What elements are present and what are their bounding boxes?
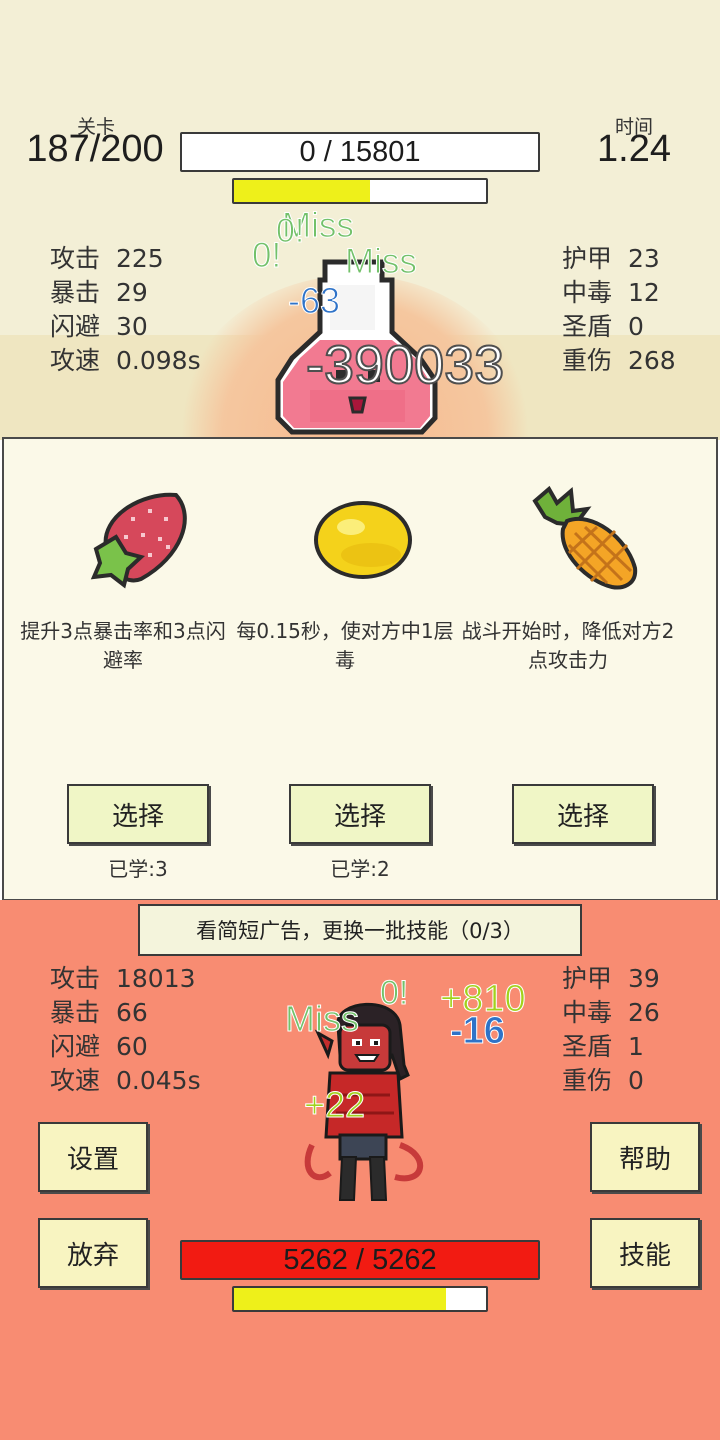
stat-row: 攻击 225 <box>50 242 201 276</box>
stat-row: 圣盾 0 <box>562 310 676 344</box>
stat-name: 中毒 <box>562 278 613 307</box>
stat-row: 闪避 60 <box>50 1030 201 1064</box>
stat-row: 闪避 30 <box>50 310 201 344</box>
stat-row: 攻击 18013 <box>50 962 201 996</box>
stat-value: 12 <box>628 278 660 307</box>
stat-row: 护甲 23 <box>562 242 676 276</box>
player-hp-bar: 5262 / 5262 <box>180 1240 540 1280</box>
player-energy-bar <box>232 1286 488 1312</box>
stat-value: 29 <box>116 278 148 307</box>
enemy-hp-text: 0 / 15801 <box>299 135 421 168</box>
stat-value: 30 <box>116 312 148 341</box>
enemy-area: 关卡 187/200 时间 1.24 0 / 15801 攻击 225 暴击 29 … <box>0 0 720 440</box>
enemy-stats-right: 护甲 23 中毒 12 圣盾 0 重伤 268 <box>562 242 676 378</box>
skill-description: 每0.15秒，使对方中1层毒 <box>236 619 454 672</box>
stat-row: 重伤 0 <box>562 1064 660 1098</box>
stat-value: 23 <box>628 244 660 273</box>
enemy-energy-fill <box>234 180 371 202</box>
watch-ad-refresh-button[interactable]: 看简短广告，更换一批技能（0/3） <box>138 904 582 956</box>
stat-row: 暴击 29 <box>50 276 201 310</box>
stat-name: 中毒 <box>562 998 613 1027</box>
stat-name: 攻击 <box>50 964 101 993</box>
stat-name: 暴击 <box>50 998 101 1027</box>
stat-row: 中毒 26 <box>562 996 660 1030</box>
settings-button[interactable]: 设置 <box>38 1122 148 1192</box>
float-zero: 0! <box>251 236 282 276</box>
player-hp-text: 5262 / 5262 <box>283 1243 437 1276</box>
skill-option: 战斗开始时，降低对方2点攻击力 选择 <box>449 439 687 899</box>
stat-value: 1 <box>628 1032 644 1061</box>
stat-value: 60 <box>116 1032 148 1061</box>
float-miss: Miss <box>285 998 360 1040</box>
strawberry-icon <box>90 492 187 589</box>
stat-value: 66 <box>116 998 148 1027</box>
stat-value: 18013 <box>116 964 196 993</box>
stat-value: 0 <box>628 312 644 341</box>
select-button[interactable]: 选择 <box>512 784 654 844</box>
float-damage-big: -390033 <box>305 334 505 396</box>
pineapple-icon <box>532 485 638 590</box>
float-miss: Miss <box>345 242 418 282</box>
stat-value: 268 <box>628 346 676 375</box>
time-value: 1.24 <box>597 128 671 170</box>
skill-option: 每0.15秒，使对方中1层毒 选择 已学:2 <box>226 439 464 899</box>
help-button[interactable]: 帮助 <box>590 1122 700 1192</box>
level-value: 187/200 <box>26 128 164 170</box>
select-button[interactable]: 选择 <box>67 784 209 844</box>
stat-row: 暴击 66 <box>50 996 201 1030</box>
stat-name: 圣盾 <box>562 312 613 341</box>
player-energy-fill <box>234 1288 446 1310</box>
stat-name: 护甲 <box>562 964 613 993</box>
stat-name: 攻速 <box>50 346 101 375</box>
float-heal: +22 <box>303 1084 366 1126</box>
stat-value: 26 <box>628 998 660 1027</box>
select-button[interactable]: 选择 <box>289 784 431 844</box>
skill-panel: 提升3点暴击率和3点闪避率 选择 已学:3 每0.15秒，使对方中1层毒 选择 … <box>2 437 718 901</box>
stat-name: 护甲 <box>562 244 613 273</box>
stat-value: 0.098s <box>116 346 201 375</box>
game-screen: 关卡 187/200 时间 1.24 0 / 15801 攻击 225 暴击 29 … <box>0 0 720 1440</box>
skill-description: 提升3点暴击率和3点闪避率 <box>20 619 226 672</box>
learned-count: 已学:3 <box>108 857 168 881</box>
stat-name: 闪避 <box>50 312 101 341</box>
float-zero: 0! <box>379 974 409 1013</box>
stat-row: 攻速 0.045s <box>50 1064 201 1098</box>
learned-count: 已学:2 <box>330 857 390 881</box>
skills-button[interactable]: 技能 <box>590 1218 700 1288</box>
stat-value: 225 <box>116 244 164 273</box>
player-stats-left: 攻击 18013 暴击 66 闪避 60 攻速 0.045s <box>50 962 201 1098</box>
stat-name: 闪避 <box>50 1032 101 1061</box>
stat-row: 重伤 268 <box>562 344 676 378</box>
stat-name: 圣盾 <box>562 1032 613 1061</box>
stat-name: 重伤 <box>562 346 613 375</box>
stat-name: 攻速 <box>50 1066 101 1095</box>
lemon-icon <box>314 501 412 579</box>
enemy-stats-left: 攻击 225 暴击 29 闪避 30 攻速 0.098s <box>50 242 201 378</box>
enemy-energy-bar <box>232 178 488 204</box>
give-up-button[interactable]: 放弃 <box>38 1218 148 1288</box>
stat-name: 暴击 <box>50 278 101 307</box>
stat-name: 攻击 <box>50 244 101 273</box>
stat-row: 护甲 39 <box>562 962 660 996</box>
enemy-hp-bar: 0 / 15801 <box>180 132 540 172</box>
stat-row: 圣盾 1 <box>562 1030 660 1064</box>
stat-name: 重伤 <box>562 1066 613 1095</box>
stat-value: 0.045s <box>116 1066 201 1095</box>
float-damage: -16 <box>450 1010 506 1053</box>
skill-option: 提升3点暴击率和3点闪避率 选择 已学:3 <box>4 439 242 899</box>
stat-value: 0 <box>628 1066 644 1095</box>
skill-description: 战斗开始时，降低对方2点攻击力 <box>461 619 675 672</box>
stat-row: 攻速 0.098s <box>50 344 201 378</box>
stat-row: 中毒 12 <box>562 276 676 310</box>
stat-value: 39 <box>628 964 660 993</box>
player-stats-right: 护甲 39 中毒 26 圣盾 1 重伤 0 <box>562 962 660 1098</box>
float-damage: -63 <box>287 280 341 322</box>
